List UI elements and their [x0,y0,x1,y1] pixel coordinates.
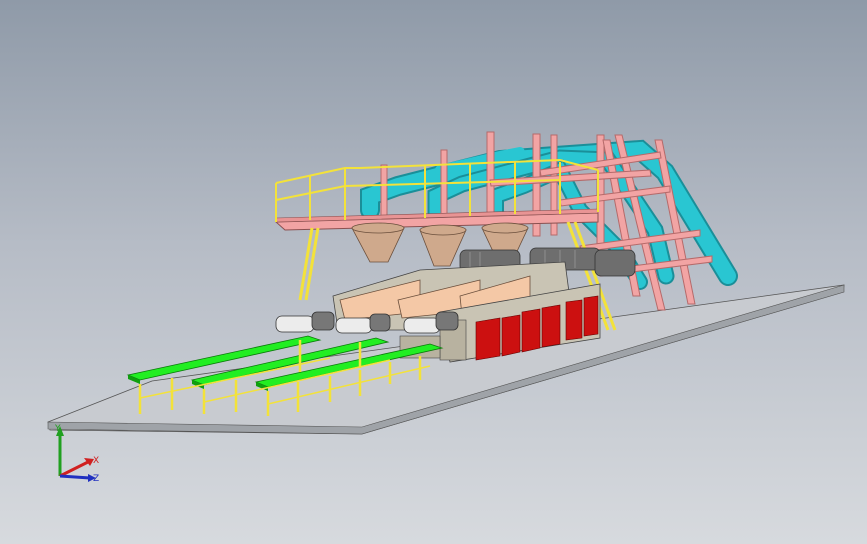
triad-label-y: Y [55,424,61,434]
triad-label-z: Z [93,474,100,484]
assembly-model[interactable] [0,0,867,544]
triad-label-x: X [93,456,100,466]
z-axis-line [59,474,91,480]
3d-viewport[interactable]: Y X Z [0,0,867,544]
x-axis-line [59,460,89,478]
